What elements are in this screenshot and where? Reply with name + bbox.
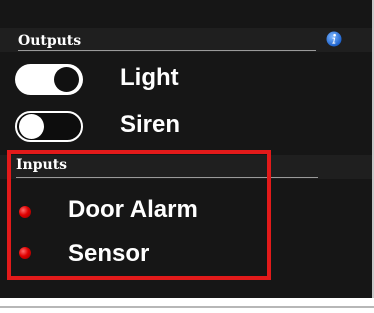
- footer-divider: [0, 306, 374, 308]
- inputs-header: Inputs: [0, 155, 372, 179]
- light-toggle[interactable]: [15, 64, 83, 95]
- outputs-divider: [18, 50, 316, 51]
- light-label: Light: [120, 64, 179, 91]
- outputs-title: Outputs: [18, 33, 82, 49]
- inputs-divider: [16, 177, 318, 178]
- io-panel: Outputs Light Siren Inputs Door Alarm Se…: [0, 0, 374, 298]
- siren-toggle[interactable]: [15, 111, 83, 142]
- outputs-header: Outputs: [0, 28, 372, 52]
- info-icon[interactable]: [326, 31, 342, 47]
- sensor-label: Sensor: [68, 240, 150, 267]
- door-alarm-status-led: [19, 206, 31, 218]
- inputs-title: Inputs: [16, 157, 68, 173]
- sensor-status-led: [19, 247, 31, 259]
- siren-toggle-knob: [19, 114, 44, 139]
- door-alarm-label: Door Alarm: [68, 196, 198, 223]
- siren-label: Siren: [120, 111, 181, 138]
- light-toggle-knob: [54, 67, 79, 92]
